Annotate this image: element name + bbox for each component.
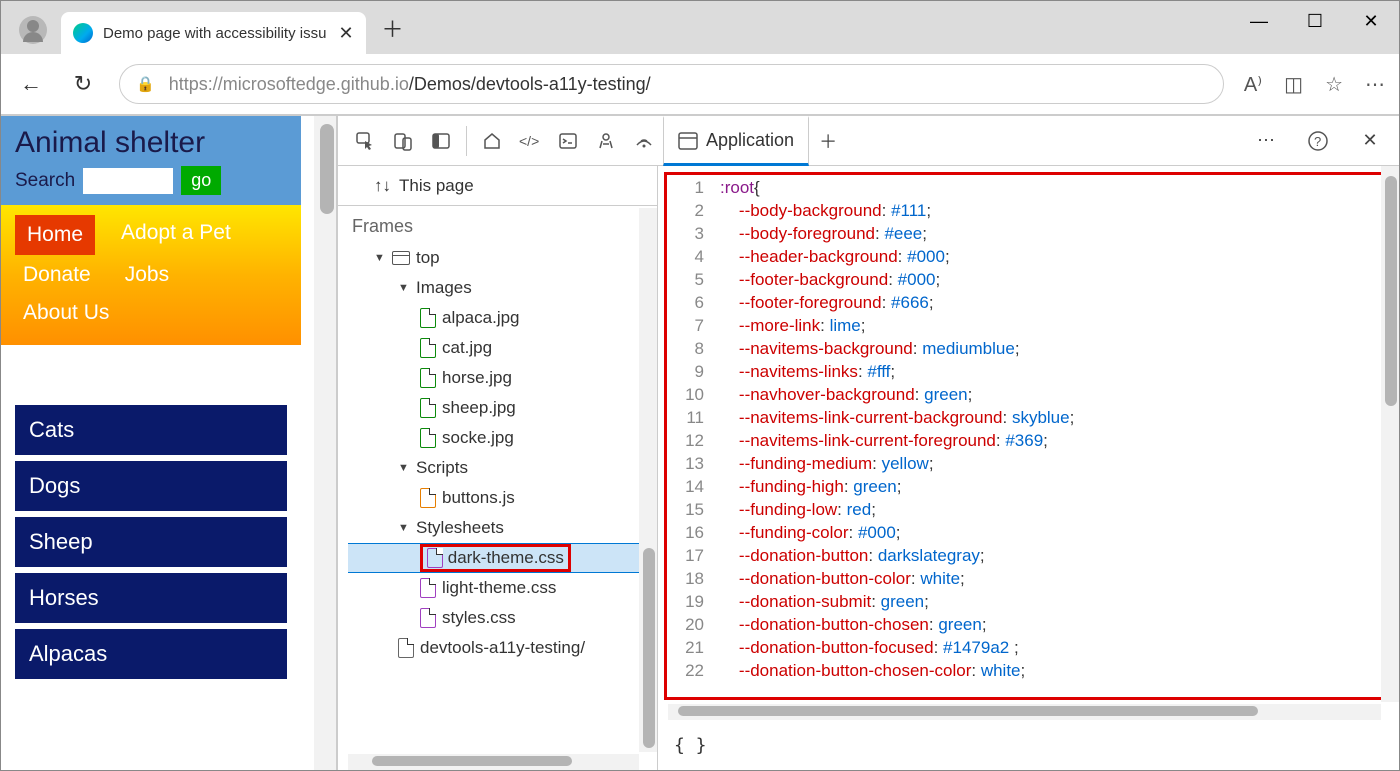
nav-jobs[interactable]: Jobs: [117, 257, 177, 293]
file-icon: [420, 338, 436, 358]
file-icon: [420, 308, 436, 328]
tree-images[interactable]: ▼Images: [348, 273, 657, 303]
file-icon: [420, 578, 436, 598]
new-tab-button[interactable]: ＋: [382, 12, 404, 44]
page-title: Animal shelter: [15, 126, 287, 160]
svg-text:</>: </>: [519, 133, 539, 149]
this-page-row[interactable]: ↑↓ This page: [338, 166, 657, 206]
nav-about[interactable]: About Us: [15, 295, 117, 331]
dock-icon[interactable]: [422, 122, 460, 160]
file-icon: [420, 398, 436, 418]
refresh-button[interactable]: ↻: [67, 71, 99, 97]
devtools-panel: </> Application ＋ ⋯ ? ✕ ↑↓ This page: [336, 116, 1399, 770]
tree-file[interactable]: horse.jpg: [348, 363, 657, 393]
address-bar[interactable]: 🔒 https://microsoftedge.github.io/Demos/…: [119, 64, 1224, 104]
line-gutter: 12345678910111213141516171819202122: [674, 176, 704, 682]
category-list: Cats Dogs Sheep Horses Alpacas: [1, 405, 301, 679]
close-window-button[interactable]: ✕: [1343, 1, 1399, 41]
nav-adopt[interactable]: Adopt a Pet: [113, 215, 239, 255]
favorite-icon[interactable]: ☆: [1325, 72, 1343, 97]
frames-header: Frames: [338, 206, 657, 243]
browser-tab[interactable]: Demo page with accessibility issu ✕: [61, 12, 366, 54]
frames-panel: ↑↓ This page Frames ▼top ▼Images alpaca.…: [338, 166, 658, 770]
file-icon: [398, 638, 414, 658]
go-button[interactable]: go: [181, 166, 221, 195]
tree-scripts[interactable]: ▼Scripts: [348, 453, 657, 483]
tree-scrollbar[interactable]: [639, 208, 657, 752]
file-icon: [420, 608, 436, 628]
category-item[interactable]: Horses: [15, 573, 287, 623]
code-hscrollbar[interactable]: [668, 704, 1381, 720]
application-tab-label: Application: [706, 130, 794, 151]
devtools-more-icon[interactable]: ⋯: [1247, 122, 1285, 160]
tree-hscrollbar[interactable]: [348, 754, 639, 770]
category-item[interactable]: Cats: [15, 405, 287, 455]
help-icon[interactable]: ?: [1299, 122, 1337, 160]
frame-icon: [392, 251, 410, 265]
file-icon: [420, 428, 436, 448]
tree-stylesheets[interactable]: ▼Stylesheets: [348, 513, 657, 543]
file-icon: [420, 488, 436, 508]
nav-home[interactable]: Home: [15, 215, 95, 255]
profile-avatar[interactable]: [19, 16, 47, 44]
category-item[interactable]: Alpacas: [15, 629, 287, 679]
nav-menu: Home Adopt a Pet Donate Jobs About Us: [1, 215, 301, 331]
tree-file[interactable]: styles.css: [348, 603, 657, 633]
tree-file[interactable]: light-theme.css: [348, 573, 657, 603]
file-icon: [427, 548, 443, 568]
minimize-button[interactable]: —: [1231, 1, 1287, 41]
code-content[interactable]: :root{ --body-background: #111; --body-f…: [720, 176, 1379, 682]
lock-icon: 🔒: [136, 75, 155, 93]
read-aloud-icon[interactable]: A⁾: [1244, 72, 1262, 97]
tree-root-file[interactable]: devtools-a11y-testing/: [348, 633, 657, 663]
url-text: https://microsoftedge.github.io/Demos/de…: [169, 74, 651, 95]
elements-tab-icon[interactable]: </>: [511, 122, 549, 160]
window-icon: [678, 132, 698, 150]
tree-file[interactable]: socke.jpg: [348, 423, 657, 453]
reader-icon[interactable]: ◫: [1284, 72, 1303, 97]
code-footer: { }: [674, 735, 707, 756]
page-preview: Animal shelter Search go Home Adopt a Pe…: [1, 116, 336, 770]
more-tabs-button[interactable]: ＋: [809, 122, 847, 160]
sources-tab-icon[interactable]: [587, 122, 625, 160]
tree-file[interactable]: sheep.jpg: [348, 393, 657, 423]
inspect-icon[interactable]: [346, 122, 384, 160]
tab-title: Demo page with accessibility issu: [103, 25, 326, 42]
back-button[interactable]: ←: [15, 71, 47, 97]
code-scrollbar[interactable]: [1381, 166, 1399, 702]
tree-file[interactable]: cat.jpg: [348, 333, 657, 363]
sort-icon: ↑↓: [374, 176, 391, 196]
file-icon: [420, 368, 436, 388]
maximize-button[interactable]: ☐: [1287, 1, 1343, 41]
devtools-toolbar: </> Application ＋ ⋯ ? ✕: [338, 116, 1399, 166]
console-tab-icon[interactable]: [549, 122, 587, 160]
application-tab[interactable]: Application: [663, 116, 809, 166]
close-tab-icon[interactable]: ✕: [338, 23, 353, 44]
category-item[interactable]: Dogs: [15, 461, 287, 511]
tree-file[interactable]: alpaca.jpg: [348, 303, 657, 333]
edge-icon: [73, 23, 93, 43]
device-icon[interactable]: [384, 122, 422, 160]
more-icon[interactable]: ⋯: [1365, 72, 1385, 97]
welcome-tab-icon[interactable]: [473, 122, 511, 160]
page-scrollbar[interactable]: [314, 116, 336, 770]
network-tab-icon[interactable]: [625, 122, 663, 160]
svg-text:?: ?: [1314, 134, 1321, 149]
nav-donate[interactable]: Donate: [15, 257, 99, 293]
tree-file-selected[interactable]: dark-theme.css: [348, 543, 657, 573]
address-bar-row: ← ↻ 🔒 https://microsoftedge.github.io/De…: [1, 54, 1399, 116]
code-panel: 12345678910111213141516171819202122 :roo…: [658, 166, 1399, 770]
tree-file[interactable]: buttons.js: [348, 483, 657, 513]
search-input[interactable]: [83, 168, 173, 194]
category-item[interactable]: Sheep: [15, 517, 287, 567]
tree-top[interactable]: ▼top: [348, 243, 657, 273]
devtools-close-icon[interactable]: ✕: [1351, 122, 1389, 160]
search-label: Search: [15, 170, 75, 192]
titlebar: Demo page with accessibility issu ✕ ＋ — …: [1, 1, 1399, 54]
